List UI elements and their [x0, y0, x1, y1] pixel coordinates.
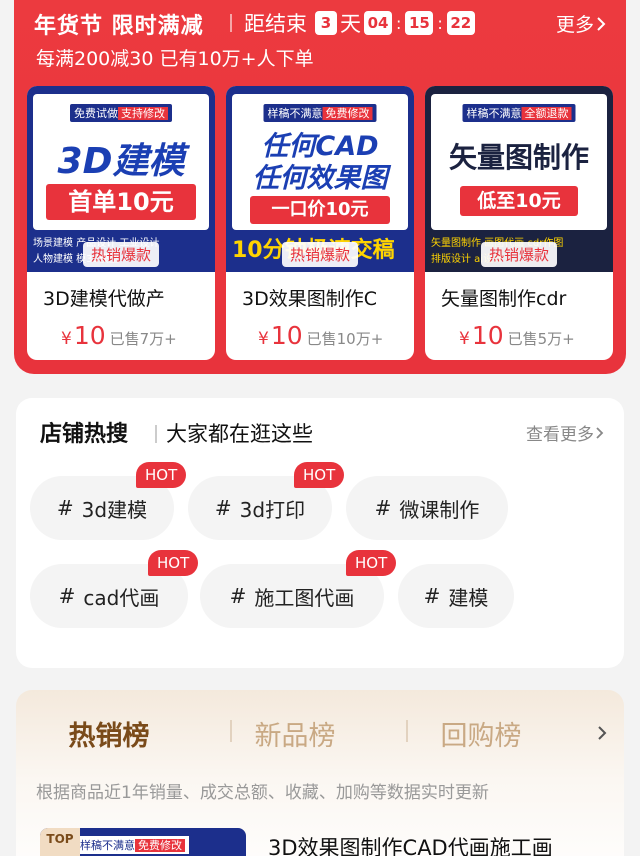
view-more-link[interactable]: 查看更多 — [526, 420, 606, 445]
search-tag[interactable]: # 建模 — [398, 564, 514, 628]
thumbnail-tag: 免费试做 支持修改 — [70, 104, 172, 122]
rank-tabs: 热销榜 新品榜 回购榜 — [16, 714, 576, 753]
tab-repurchase[interactable]: 回购榜 — [388, 714, 574, 753]
top-rank-badge: TOP — [40, 828, 80, 856]
thumbnail-price: 首单10元 — [46, 184, 196, 220]
section-subtitle: 大家都在逛这些 — [166, 422, 313, 446]
promo-more-link[interactable]: 更多 — [556, 10, 608, 37]
product-card[interactable]: 样稿不满意免费修改 任何CAD 任何效果图 一口价10元 10分钟极速交稿 热销… — [226, 86, 414, 360]
promo-more-label: 更多 — [555, 14, 594, 36]
thumbnail-tag: 样稿不满意 全额退款 — [462, 104, 576, 122]
search-tag-label: 施工图代画 — [254, 585, 355, 610]
thumbnail-headline-2: 任何效果图 — [252, 163, 388, 194]
hot-badge: HOT — [148, 550, 199, 576]
product-price: ¥ 10 已售5万+ — [459, 321, 575, 350]
hot-badge: HOT — [346, 550, 397, 576]
search-tag-label: 微课制作 — [399, 497, 480, 522]
product-price: ¥ 10 已售7万+ — [61, 321, 177, 350]
hash-icon: # — [58, 584, 76, 608]
rank-description: 根据商品近1年销量、成交总额、收藏、加购等数据实时更新 — [36, 783, 489, 803]
divider — [230, 14, 232, 32]
countdown-hours: 04 — [364, 11, 392, 35]
product-name: 矢量图制作cdr — [441, 288, 567, 310]
thumbnail-tag: 样稿不满意 免费修改 — [263, 104, 377, 122]
section-title: 店铺热搜 — [40, 422, 129, 447]
countdown-label: 距结束 — [244, 12, 307, 36]
ranked-product-title[interactable]: 3D效果图制作CAD代画施工画 — [268, 832, 553, 856]
product-price: ¥ 10 已售10万+ — [258, 321, 384, 350]
thumbnail-price: 低至10元 — [460, 186, 578, 216]
countdown-days-unit: 天 — [340, 12, 361, 36]
search-tag-label: cad代画 — [83, 585, 160, 610]
tab-divider — [230, 720, 232, 742]
countdown-days: 3 — [315, 11, 337, 35]
promo-banner: 年货节 限时满减 距结束 3 天 04 : 15 : 22 更多 每满200减3… — [14, 0, 626, 374]
hot-badge: HOT — [136, 462, 187, 488]
price-value: 10 — [270, 321, 303, 350]
sold-count: 已售7万+ — [109, 330, 177, 348]
product-thumbnail: 样稿不满意全额退款 矢量图制作 低至10元 矢量图制作 画图代画 cdr作图 排… — [425, 86, 613, 272]
search-tag[interactable]: # 微课制作 — [346, 476, 508, 540]
countdown-colon: : — [396, 13, 402, 33]
thumbnail-panel: 免费试做 支持修改 3D建模 首单10元 — [33, 94, 209, 230]
chevron-right-icon[interactable] — [596, 724, 608, 742]
hot-sale-badge: 热销爆款 — [82, 242, 160, 267]
product-thumbnail: 样稿不满意免费修改 任何CAD 任何效果图 一口价10元 10分钟极速交稿 热销… — [226, 86, 414, 272]
store-hot-search: 店铺热搜 大家都在逛这些 查看更多 # 3d建模 HOT # 3d打印 HOT … — [16, 398, 624, 668]
chevron-right-icon — [596, 426, 604, 439]
sold-count: 已售10万+ — [306, 330, 384, 348]
countdown: 距结束 3 天 04 : 15 : 22 — [244, 8, 478, 38]
hash-icon: # — [56, 496, 74, 520]
hot-sale-badge: 热销爆款 — [281, 242, 359, 267]
hot-sale-badge: 热销爆款 — [480, 242, 558, 267]
product-card[interactable]: 样稿不满意全额退款 矢量图制作 低至10元 矢量图制作 画图代画 cdr作图 排… — [425, 86, 613, 360]
sold-count: 已售5万+ — [507, 330, 575, 348]
product-name: 3D建模代做产 — [43, 288, 165, 310]
ranking-section: 热销榜 新品榜 回购榜 根据商品近1年销量、成交总额、收藏、加购等数据实时更新 … — [16, 690, 624, 856]
hash-icon: # — [214, 496, 232, 520]
price-value: 10 — [73, 321, 106, 350]
product-name: 3D效果图制作C — [242, 288, 377, 310]
thumbnail-headline: 矢量图制作 — [448, 141, 589, 174]
thumbnail-tag: 样稿不满意 免费修改 — [76, 836, 189, 854]
promo-title: 年货节 限时满减 — [34, 14, 204, 39]
countdown-minutes: 15 — [405, 11, 434, 35]
countdown-colon: : — [437, 13, 443, 33]
thumbnail-panel: 样稿不满意 全额退款 矢量图制作 低至10元 — [431, 94, 607, 230]
divider — [155, 425, 157, 443]
thumbnail-panel: 样稿不满意 免费修改 任何CAD 任何效果图 一口价10元 — [232, 94, 408, 230]
hash-icon: # — [423, 584, 441, 608]
search-tag-label: 3d建模 — [81, 497, 148, 522]
tab-divider — [406, 720, 408, 742]
tab-best-sellers[interactable]: 热销榜 — [16, 714, 202, 753]
hash-icon: # — [374, 496, 392, 520]
hash-icon: # — [229, 584, 247, 608]
hot-badge: HOT — [294, 462, 345, 488]
search-tag-label: 3d打印 — [239, 497, 306, 522]
price-value: 10 — [471, 321, 504, 350]
promo-subtitle: 每满200减30 已有10万+人下单 — [36, 48, 314, 70]
product-card[interactable]: 免费试做支持修改 3D建模 首单10元 场景建模 产品设计 工业设计 人物建模 … — [27, 86, 215, 360]
product-thumbnail: 免费试做支持修改 3D建模 首单10元 场景建模 产品设计 工业设计 人物建模 … — [27, 86, 215, 272]
search-tag-label: 建模 — [448, 585, 489, 610]
thumbnail-headline: 3D建模 — [57, 141, 185, 182]
promo-card-list: 免费试做支持修改 3D建模 首单10元 场景建模 产品设计 工业设计 人物建模 … — [27, 86, 613, 360]
view-more-label: 查看更多 — [526, 425, 594, 445]
chevron-right-icon — [597, 16, 606, 31]
thumbnail-price: 一口价10元 — [250, 196, 390, 224]
countdown-seconds: 22 — [446, 11, 475, 35]
